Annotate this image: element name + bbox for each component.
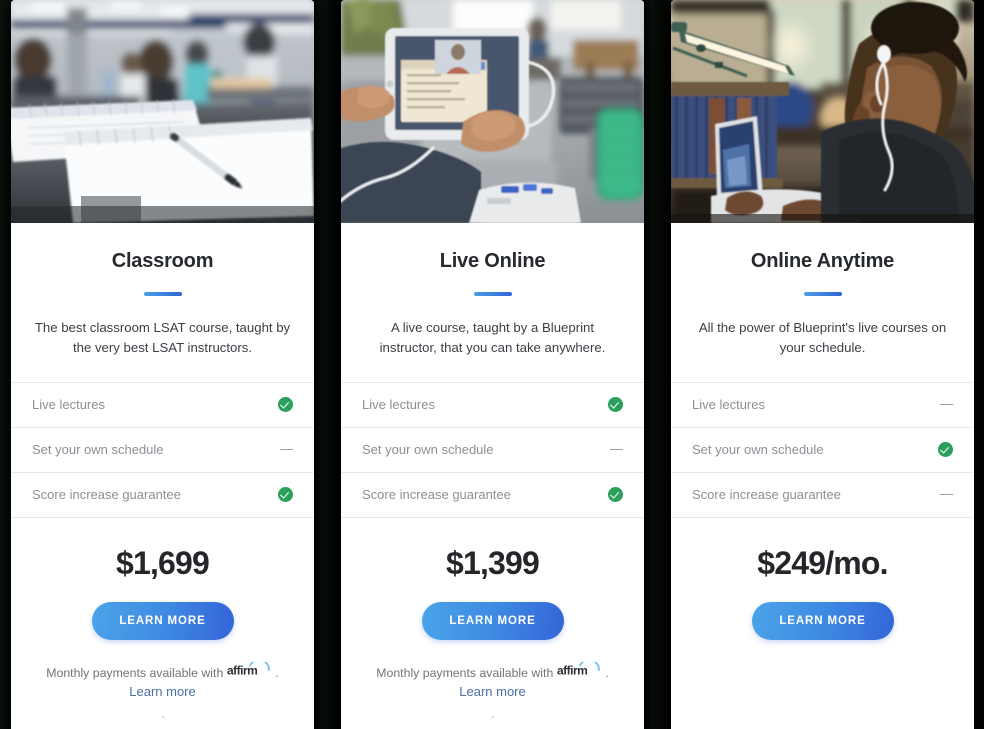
feature-list-classroom: Live lectures Set your own schedule Scor…	[11, 381, 314, 518]
accent-divider	[473, 292, 512, 296]
card-footer-spacer	[691, 640, 954, 729]
price: $1,699	[115, 544, 210, 581]
price-block-classroom: $1,699 LEARN MORE Monthly payments avail…	[11, 518, 314, 729]
feature-row: Set your own schedule	[671, 428, 974, 473]
card-title: Online Anytime	[750, 250, 895, 272]
footer-dot	[491, 715, 494, 718]
accent-divider	[143, 292, 182, 296]
pricing-card-row: Classroom The best classroom LSAT course…	[11, 0, 974, 729]
feature-row: Set your own schedule	[11, 428, 314, 473]
feature-label: Score increase guarantee	[32, 487, 181, 503]
affirm-note-text: Monthly payments available with	[46, 665, 224, 680]
feature-row: Score increase guarantee	[671, 473, 974, 518]
card-footer-spacer	[361, 715, 624, 729]
feature-label: Score increase guarantee	[362, 487, 511, 503]
svg-text:affirm: affirm	[557, 663, 587, 677]
classroom-photo	[11, 0, 314, 223]
feature-row: Live lectures	[11, 383, 314, 428]
check-icon	[608, 487, 623, 503]
affirm-financing-note: Monthly payments available with affirm .	[31, 661, 294, 680]
card-description: The best classroom LSAT course, taught b…	[34, 320, 291, 355]
feature-row: Live lectures	[671, 383, 974, 428]
feature-label: Score increase guarantee	[692, 487, 841, 503]
price: $1,399	[445, 544, 540, 581]
affirm-financing-note: Monthly payments available with affirm .	[361, 661, 624, 680]
dash-icon	[280, 448, 293, 451]
card-title: Classroom	[111, 250, 214, 272]
affirm-learn-more-link[interactable]: Learn more	[31, 684, 294, 699]
pricing-page: Classroom The best classroom LSAT course…	[0, 0, 984, 729]
dash-icon	[610, 448, 623, 451]
feature-row: Live lectures	[341, 383, 644, 428]
card-footer-spacer	[31, 715, 294, 729]
feature-label: Set your own schedule	[32, 442, 164, 458]
affirm-logo: affirm	[227, 661, 271, 678]
check-icon	[938, 442, 953, 458]
check-icon	[278, 397, 293, 413]
feature-label: Live lectures	[32, 397, 105, 413]
card-description: All the power of Blueprint's live course…	[698, 320, 947, 355]
affirm-period: .	[605, 665, 609, 680]
check-icon	[608, 397, 623, 413]
learn-more-button[interactable]: LEARN MORE	[751, 601, 894, 640]
feature-row: Score increase guarantee	[11, 473, 314, 518]
card-description: A live course, taught by a Blueprint ins…	[379, 320, 606, 355]
feature-label: Live lectures	[362, 397, 435, 413]
pricing-card-live-online[interactable]: Live Online A live course, taught by a B…	[341, 0, 644, 729]
feature-label: Live lectures	[692, 397, 765, 413]
learn-more-button[interactable]: LEARN MORE	[91, 601, 234, 640]
price-block-online-anytime: $249/mo. LEARN MORE	[671, 518, 974, 729]
dash-icon	[940, 493, 953, 496]
tablet-video-call-photo	[341, 0, 644, 223]
card-header-live-online: Live Online A live course, taught by a B…	[341, 223, 644, 358]
feature-list-online-anytime: Live lectures Set your own schedule Scor…	[671, 381, 974, 518]
affirm-logo: affirm	[557, 661, 601, 678]
library-student-photo	[671, 0, 974, 223]
pricing-card-classroom[interactable]: Classroom The best classroom LSAT course…	[11, 0, 314, 729]
learn-more-button[interactable]: LEARN MORE	[421, 601, 564, 640]
feature-list-live-online: Live lectures Set your own schedule Scor…	[341, 381, 644, 518]
feature-row: Set your own schedule	[341, 428, 644, 473]
svg-text:affirm: affirm	[227, 663, 257, 677]
feature-label: Set your own schedule	[692, 442, 824, 458]
affirm-period: .	[275, 665, 279, 680]
accent-divider	[803, 292, 842, 296]
feature-row: Score increase guarantee	[341, 473, 644, 518]
card-title: Live Online	[439, 250, 546, 272]
price-block-live-online: $1,399 LEARN MORE Monthly payments avail…	[341, 518, 644, 729]
feature-label: Set your own schedule	[362, 442, 494, 458]
check-icon	[278, 487, 293, 503]
card-header-classroom: Classroom The best classroom LSAT course…	[11, 223, 314, 358]
footer-dot	[161, 715, 164, 718]
dash-icon	[940, 403, 953, 406]
pricing-card-online-anytime[interactable]: Online Anytime All the power of Blueprin…	[671, 0, 974, 729]
price: $249/mo.	[757, 544, 888, 581]
affirm-learn-more-link[interactable]: Learn more	[361, 684, 624, 699]
card-header-online-anytime: Online Anytime All the power of Blueprin…	[671, 223, 974, 358]
affirm-note-text: Monthly payments available with	[376, 665, 554, 680]
